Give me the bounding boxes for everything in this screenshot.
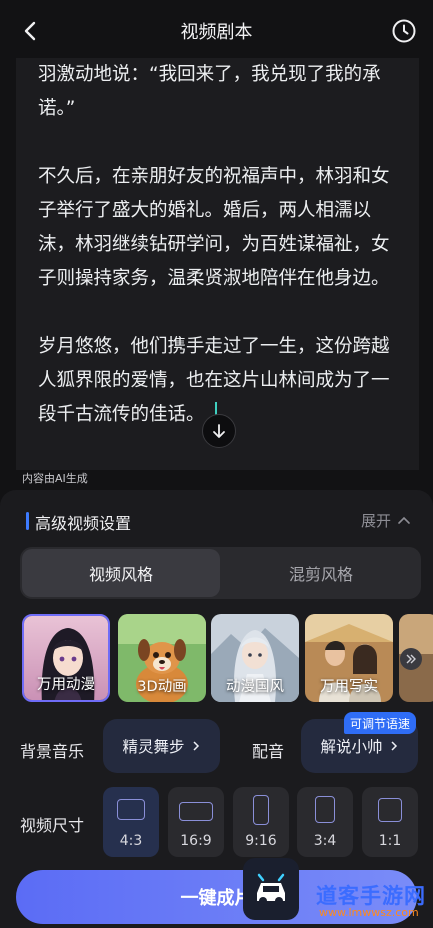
tab-video-style[interactable]: 视频风格 — [22, 549, 220, 597]
style-thumbnails: 万用动漫 3D动画 动漫国风 万用写实 — [22, 614, 433, 702]
ratio-shape-icon — [179, 802, 213, 821]
voice-value: 解说小帅 — [320, 738, 383, 756]
style-thumb-realistic[interactable]: 万用写实 — [305, 614, 393, 702]
ratio-label: 1:1 — [378, 833, 402, 849]
ratio-option-1-1[interactable]: 1:1 — [362, 787, 418, 857]
history-clock-icon[interactable] — [391, 18, 417, 44]
script-text-area[interactable]: 羽激动地说：“我回来了，我兑现了我的承诺。” 不久后，在亲朋好友的祝福声中，林羽… — [16, 58, 419, 470]
ratio-option-9-16[interactable]: 9:16 — [233, 787, 289, 857]
ratio-label: 3:4 — [313, 833, 337, 849]
section-title: 高级视频设置 — [35, 514, 132, 533]
expand-label: 展开 — [360, 512, 391, 530]
ratio-label: 4:3 — [119, 833, 143, 849]
scroll-right-icon[interactable] — [400, 648, 422, 670]
music-label: 背景音乐 — [20, 742, 85, 761]
style-thumb-guofeng[interactable]: 动漫国风 — [211, 614, 299, 702]
ratio-option-4-3[interactable]: 4:3 — [103, 787, 159, 857]
ratio-label: 9:16 — [245, 833, 277, 849]
music-select-button[interactable]: 精灵舞步 — [103, 719, 220, 773]
script-paragraph-2: 不久后，在亲朋好友的祝福声中，林羽和女子举行了盛大的婚礼。婚后，两人相濡以沫，林… — [38, 166, 390, 289]
watermark-url: www.lmwwsz.com — [319, 906, 419, 919]
video-size-label: 视频尺寸 — [20, 816, 85, 835]
tab-mix-style[interactable]: 混剪风格 — [221, 547, 421, 599]
chevron-right-icon — [192, 741, 199, 751]
watermark-car-logo-icon — [243, 858, 299, 920]
page-title: 视频剧本 — [180, 22, 253, 43]
ratio-shape-icon — [315, 796, 335, 823]
style-label-guofeng: 动漫国风 — [226, 679, 284, 695]
arrow-down-icon — [213, 424, 225, 438]
ratio-option-3-4[interactable]: 3:4 — [297, 787, 353, 857]
script-text: 羽激动地说：“我回来了，我兑现了我的承诺。” 不久后，在亲朋好友的祝福声中，林羽… — [16, 58, 419, 432]
script-paragraph-1: 羽激动地说：“我回来了，我兑现了我的承诺。” — [38, 64, 381, 119]
advanced-settings-panel: 高级视频设置 展开 视频风格 混剪风格 万用动漫 3D动画 动漫国风 万用写实 … — [0, 490, 433, 928]
ratio-shape-icon — [117, 799, 145, 820]
app-header: 视频剧本 — [0, 0, 433, 62]
ai-generated-note: 内容由AI生成 — [22, 472, 88, 485]
section-accent-bar — [26, 512, 29, 530]
style-label-realistic: 万用写实 — [320, 679, 378, 695]
scroll-down-button[interactable] — [202, 414, 236, 448]
expand-toggle[interactable]: 展开 — [361, 510, 411, 531]
ratio-shape-icon — [253, 795, 269, 825]
music-value: 精灵舞步 — [122, 738, 185, 756]
style-label-3d: 3D动画 — [137, 679, 187, 695]
voice-label: 配音 — [252, 742, 285, 761]
style-tabs: 视频风格 混剪风格 — [20, 547, 421, 599]
style-thumb-3d[interactable]: 3D动画 — [118, 614, 206, 702]
ratio-shape-icon — [378, 798, 402, 822]
chevron-up-icon — [398, 516, 410, 524]
style-label-anime: 万用动漫 — [37, 677, 95, 693]
style-thumb-anime[interactable]: 万用动漫 — [22, 614, 110, 702]
ratio-option-16-9[interactable]: 16:9 — [168, 787, 224, 857]
chevron-right-icon — [390, 741, 397, 751]
speed-adjust-badge: 可调节语速 — [344, 712, 417, 734]
ratio-label: 16:9 — [180, 833, 212, 849]
